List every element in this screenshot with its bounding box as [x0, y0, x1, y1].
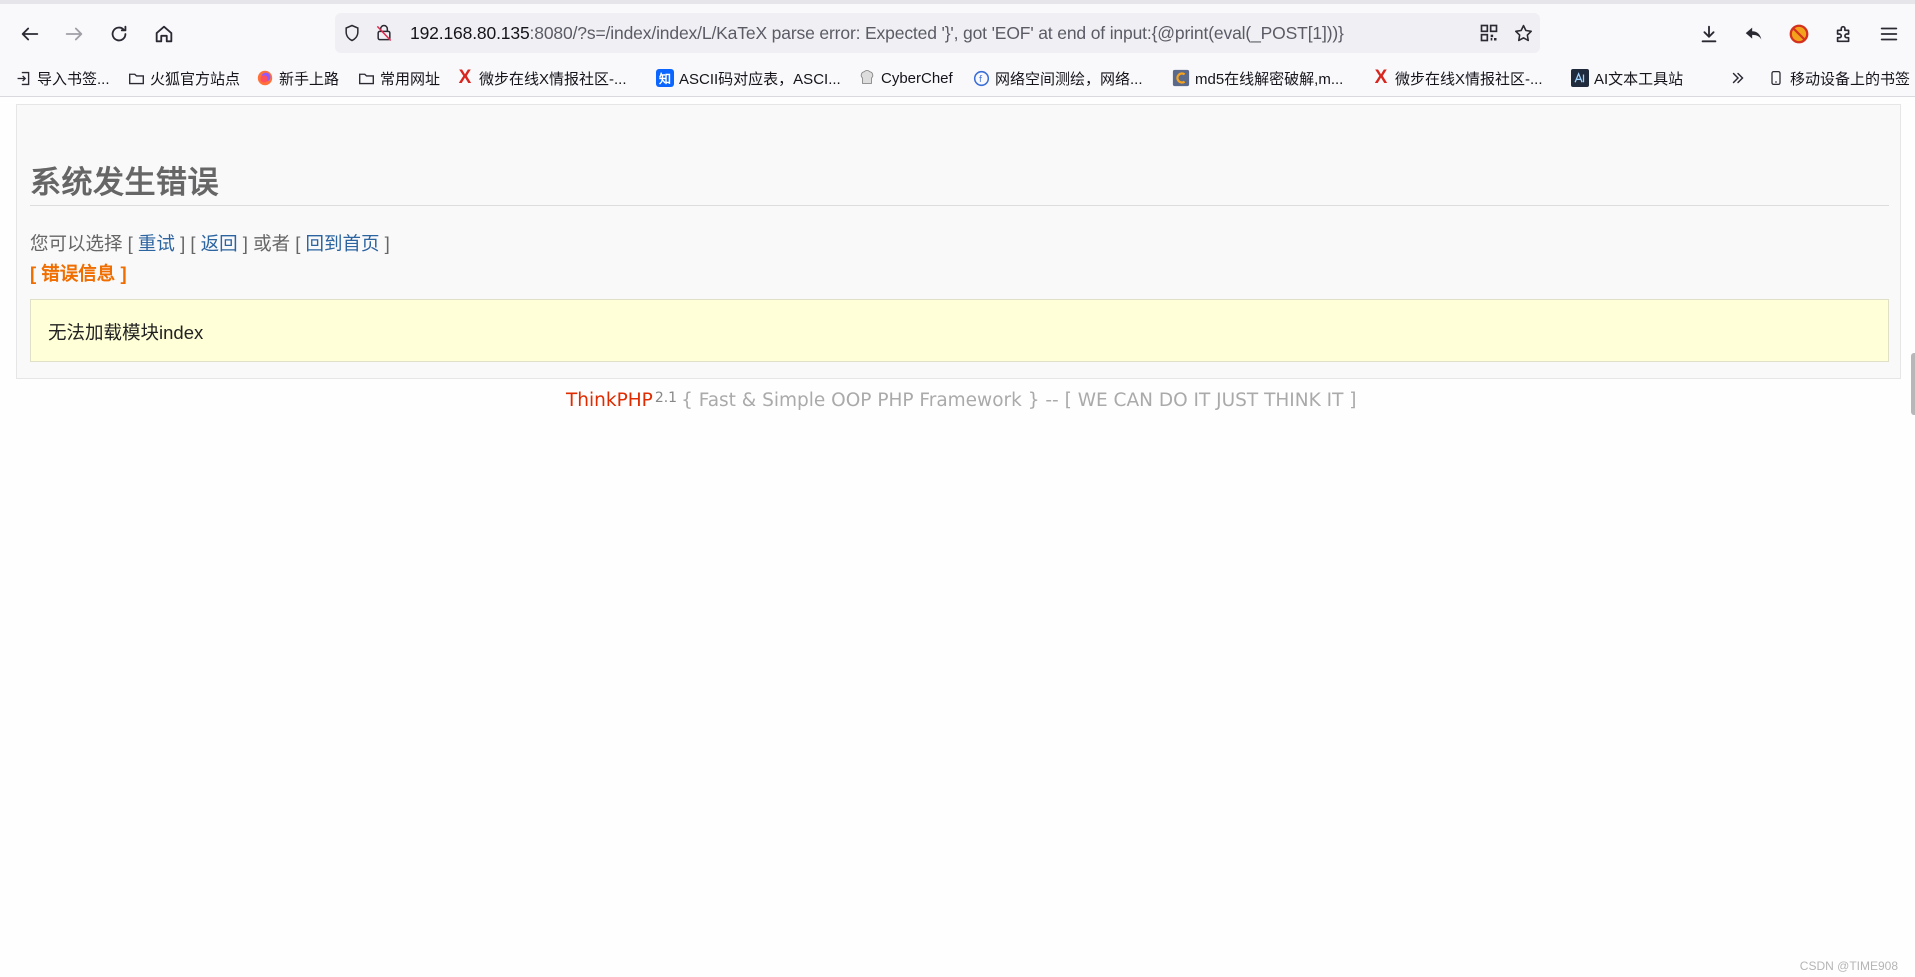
bookmark-label: CyberChef: [881, 69, 953, 87]
double-chevron-right-icon: [1729, 69, 1747, 87]
address-bar[interactable]: 192.168.80.135:8080/?s=/index/index/L/Ka…: [335, 13, 1540, 53]
navigation-toolbar: 192.168.80.135:8080/?s=/index/index/L/Ka…: [0, 4, 1915, 60]
bookmarks-overflow-button[interactable]: [1729, 68, 1747, 88]
fofa-icon: f: [972, 69, 990, 87]
bookmark-cyberchef[interactable]: CyberChef: [858, 68, 953, 88]
menu-button[interactable]: [1873, 18, 1905, 50]
watermark: CSDN @TIME908: [1799, 959, 1898, 973]
undo-extension-button[interactable]: [1738, 18, 1770, 50]
bookmark-threatbook-2[interactable]: X 微步在线X情报社区-...: [1372, 67, 1543, 88]
choice-prefix: 您可以选择 [: [30, 233, 138, 254]
qr-code-icon[interactable]: [1478, 22, 1500, 44]
insecure-lock-icon[interactable]: [373, 22, 395, 44]
reload-button[interactable]: [103, 18, 135, 50]
choice-suffix: ]: [379, 233, 390, 254]
folder-icon: [127, 69, 145, 87]
error-message: 无法加载模块index: [48, 322, 204, 343]
arrow-left-icon: [21, 27, 39, 41]
framework-version: 2.1: [654, 390, 678, 406]
page-content: 系统发生错误 您可以选择 [ 重试 ] [ 返回 ] 或者 [ 回到首页 ] […: [0, 97, 1915, 977]
proxy-extension-button[interactable]: [1783, 18, 1815, 50]
back-button[interactable]: [14, 18, 46, 50]
ai-tool-icon: [1571, 69, 1589, 87]
error-info-label: [ 错误信息 ]: [30, 263, 127, 284]
side-panel-handle[interactable]: [1911, 353, 1915, 415]
home-button[interactable]: [148, 18, 180, 50]
bookmark-label: md5在线解密破解,m...: [1195, 70, 1344, 88]
bookmark-label: 火狐官方站点: [150, 70, 241, 88]
url-host: 192.168.80.135: [410, 23, 530, 43]
bookmark-label: 新手上路: [279, 70, 340, 88]
bookmark-label: 微步在线X情报社区-...: [1395, 70, 1543, 88]
action-choices: 您可以选择 [ 重试 ] [ 返回 ] 或者 [ 回到首页 ]: [30, 230, 390, 256]
bookmark-label: AI文本工具站: [1594, 70, 1684, 88]
hamburger-menu-icon: [1880, 27, 1898, 41]
bookmarks-toolbar: 导入书签... 火狐官方站点 新手上路 常用网址 X 微步在线X情报社区-...…: [0, 60, 1915, 97]
bookmark-label: 网络空间测绘，网络...: [995, 70, 1143, 88]
extensions-button[interactable]: [1828, 18, 1860, 50]
error-panel: 系统发生错误 您可以选择 [ 重试 ] [ 返回 ] 或者 [ 回到首页 ] […: [16, 104, 1901, 379]
divider: [30, 205, 1889, 206]
home-link[interactable]: 回到首页: [306, 233, 380, 254]
reply-arrow-icon: [1745, 27, 1762, 40]
svg-text:f: f: [978, 74, 982, 84]
mobile-bookmarks-label: 移动设备上的书签: [1790, 70, 1911, 88]
zhihu-icon: 知: [656, 69, 674, 87]
threatbook-icon: X: [458, 67, 472, 88]
blocked-extension-icon: [1789, 24, 1809, 44]
page-title: 系统发生错误: [30, 165, 219, 200]
folder-icon: [357, 69, 375, 87]
mobile-bookmarks[interactable]: 移动设备上的书签: [1767, 68, 1910, 88]
bookmark-fofa[interactable]: f 网络空间测绘，网络...: [972, 68, 1143, 88]
choice-separator: ] 或者 [: [237, 233, 306, 254]
bookmark-import[interactable]: 导入书签...: [14, 68, 110, 88]
framework-name: ThinkPHP: [566, 390, 653, 411]
bookmark-md5[interactable]: md5在线解密破解,m...: [1172, 68, 1343, 88]
home-icon: [155, 25, 173, 43]
downloads-button[interactable]: [1693, 18, 1725, 50]
footer: ThinkPHP 2.1{ Fast & Simple OOP PHP Frame…: [566, 390, 1356, 411]
bookmark-label: ASCII码对应表，ASCI...: [679, 70, 841, 88]
bookmark-folder-firefox[interactable]: 火狐官方站点: [127, 68, 240, 88]
choice-separator: ] [: [174, 233, 201, 254]
bookmark-label: 导入书签...: [37, 70, 110, 88]
url-path: :8080/?s=/index/index/L/KaTeX parse erro…: [529, 23, 1344, 43]
star-bookmark-icon[interactable]: [1512, 22, 1534, 44]
import-icon: [14, 69, 32, 87]
firefox-icon: [256, 69, 274, 87]
shield-icon[interactable]: [341, 22, 363, 44]
bookmark-threatbook-1[interactable]: X 微步在线X情报社区-...: [456, 67, 627, 88]
bookmark-ai-tool[interactable]: AI文本工具站: [1571, 68, 1683, 88]
bookmark-label: 微步在线X情报社区-...: [479, 70, 627, 88]
bookmark-getting-started[interactable]: 新手上路: [256, 68, 339, 88]
chef-hat-icon: [858, 69, 876, 87]
bookmark-folder-common[interactable]: 常用网址: [357, 68, 440, 88]
forward-button[interactable]: [58, 18, 90, 50]
puzzle-piece-icon: [1836, 25, 1850, 43]
md5-icon: [1172, 69, 1190, 87]
bookmark-ascii[interactable]: 知 ASCII码对应表，ASCI...: [656, 68, 841, 88]
reload-icon: [111, 25, 127, 42]
threatbook-icon: X: [1374, 67, 1388, 88]
bookmark-label: 常用网址: [380, 70, 441, 88]
arrow-right-icon: [65, 27, 83, 41]
framework-tagline: { Fast & Simple OOP PHP Framework } -- […: [681, 390, 1357, 411]
download-icon: [1701, 25, 1717, 43]
error-message-box: 无法加载模块index: [30, 299, 1889, 362]
retry-link[interactable]: 重试: [138, 233, 175, 254]
mobile-device-icon: [1767, 69, 1785, 87]
back-link[interactable]: 返回: [201, 233, 238, 254]
url-text[interactable]: 192.168.80.135:8080/?s=/index/index/L/Ka…: [410, 22, 1344, 44]
